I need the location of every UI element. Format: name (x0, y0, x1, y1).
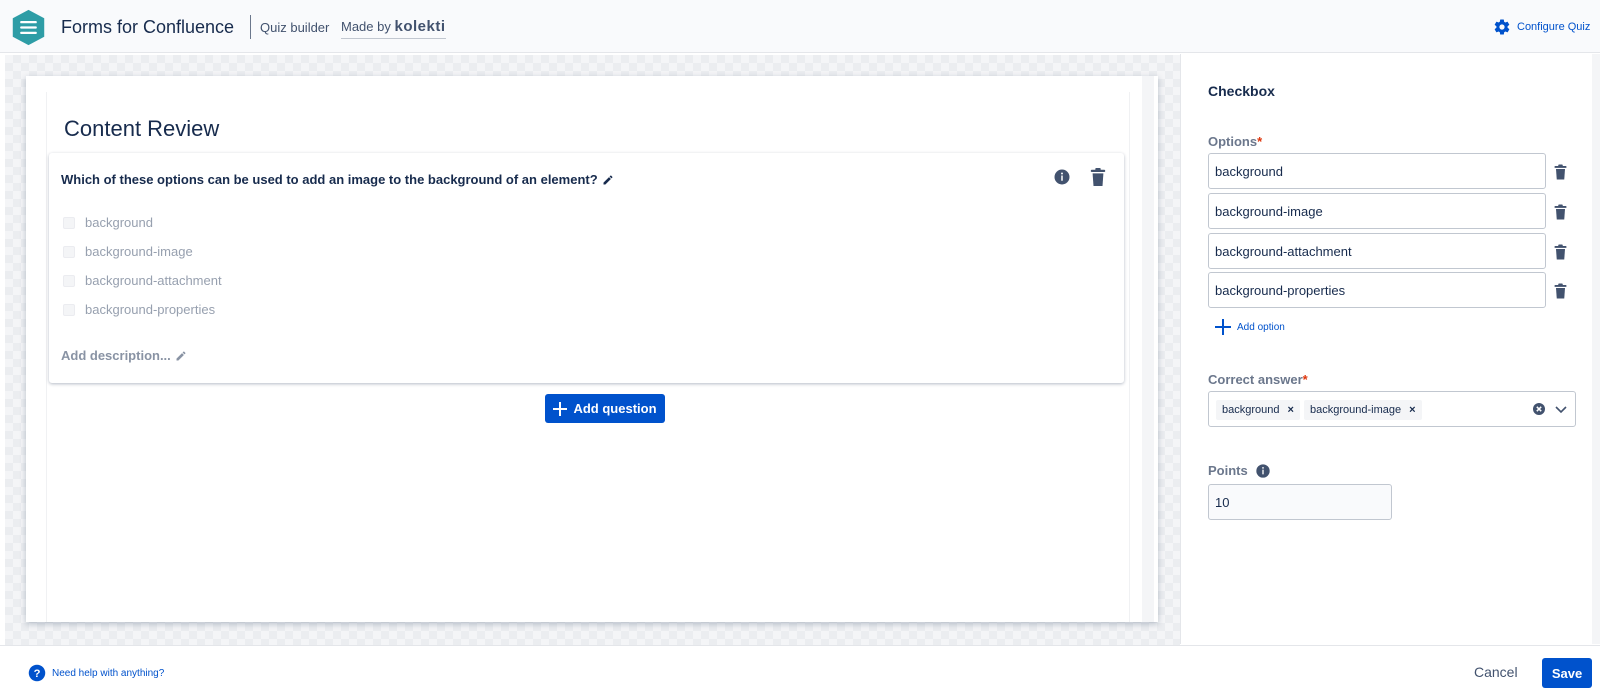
option-input[interactable] (1208, 272, 1546, 308)
points-input[interactable] (1208, 484, 1392, 520)
add-question-label: Add question (573, 401, 657, 416)
header-divider (250, 15, 251, 39)
app-header: Forms for Confluence Quiz builder Made b… (0, 0, 1600, 53)
options-label-text: Options (1208, 134, 1258, 149)
add-option-label: Add option (1237, 321, 1285, 333)
correct-answer-label: Correct answer* (1208, 372, 1308, 387)
checkbox[interactable] (63, 245, 75, 258)
made-by-badge[interactable]: Made by kolekti (341, 18, 446, 39)
option-input[interactable] (1208, 193, 1546, 229)
add-description[interactable]: Add description... (61, 348, 187, 363)
info-icon[interactable] (1255, 463, 1271, 479)
cancel-button[interactable]: Cancel (1462, 656, 1530, 688)
add-description-label: Add description... (61, 348, 171, 363)
option-label: background-attachment (85, 273, 222, 288)
trash-icon[interactable] (1089, 167, 1107, 187)
correct-answer-select[interactable]: background × background-image × (1208, 391, 1576, 427)
panel-title: Checkbox (1208, 83, 1275, 99)
trash-icon[interactable] (1553, 163, 1568, 181)
trash-icon[interactable] (1553, 282, 1568, 300)
made-by-prefix: Made by (341, 19, 391, 34)
trash-icon[interactable] (1553, 203, 1568, 221)
help-icon: ? (28, 664, 46, 682)
trash-icon[interactable] (1553, 243, 1568, 261)
app-logo-icon (12, 9, 45, 46)
question-text-row[interactable]: Which of these options can be used to ad… (61, 172, 614, 187)
configure-quiz-button[interactable]: Configure Quiz (1493, 18, 1590, 36)
pencil-icon[interactable] (602, 174, 614, 186)
option-input[interactable] (1208, 233, 1546, 269)
mode-label: Quiz builder (260, 20, 330, 35)
chevron-down-icon[interactable] (1555, 404, 1567, 414)
pencil-icon (176, 350, 186, 360)
svg-text:?: ? (34, 668, 41, 680)
answer-tag: background × (1216, 400, 1300, 420)
question-option[interactable]: background-attachment (63, 273, 222, 288)
option-label: background (85, 215, 153, 230)
gear-icon (1494, 19, 1510, 35)
option-label: background-properties (85, 302, 216, 317)
add-question-button[interactable]: Add question (545, 394, 665, 423)
panel-scrollbar[interactable] (1592, 54, 1600, 644)
clear-icon[interactable] (1533, 403, 1545, 415)
correct-answer-label-text: Correct answer (1208, 372, 1303, 387)
configure-quiz-label: Configure Quiz (1517, 21, 1591, 33)
checkbox[interactable] (63, 274, 75, 287)
info-icon[interactable] (1053, 168, 1071, 186)
form-scrollbar[interactable] (1142, 76, 1154, 622)
app-title: Forms for Confluence (61, 17, 235, 37)
question-option[interactable]: background-image (63, 244, 193, 259)
answer-tag: background-image × (1304, 400, 1422, 420)
plus-icon (553, 401, 568, 416)
options-label: Options* (1208, 134, 1262, 149)
form-title[interactable]: Content Review (64, 116, 219, 142)
remove-tag-icon[interactable]: × (1288, 404, 1294, 416)
question-card[interactable]: Which of these options can be used to ad… (49, 153, 1124, 383)
add-option-button[interactable]: Add option (1215, 319, 1285, 335)
question-option[interactable]: background-properties (63, 302, 215, 317)
checkbox[interactable] (63, 303, 75, 316)
help-label: Need help with anything? (52, 667, 165, 679)
plus-icon (1215, 319, 1231, 335)
answer-tag-label: background-image (1310, 404, 1402, 416)
option-label: background-image (85, 244, 193, 259)
help-link[interactable]: ? Need help with anything? (28, 664, 164, 682)
required-marker: * (1302, 372, 1308, 387)
option-input[interactable] (1208, 153, 1546, 189)
answer-tag-label: background (1222, 404, 1280, 416)
points-label: Points (1208, 463, 1248, 478)
question-text: Which of these options can be used to ad… (61, 172, 598, 187)
made-by-brand: kolekti (394, 18, 446, 35)
save-button[interactable]: Save (1542, 658, 1592, 688)
app-footer: ? Need help with anything? Cancel Save (0, 645, 1600, 698)
question-option[interactable]: background (63, 215, 153, 230)
required-marker: * (1257, 134, 1263, 149)
remove-tag-icon[interactable]: × (1409, 404, 1415, 416)
checkbox[interactable] (63, 216, 75, 229)
